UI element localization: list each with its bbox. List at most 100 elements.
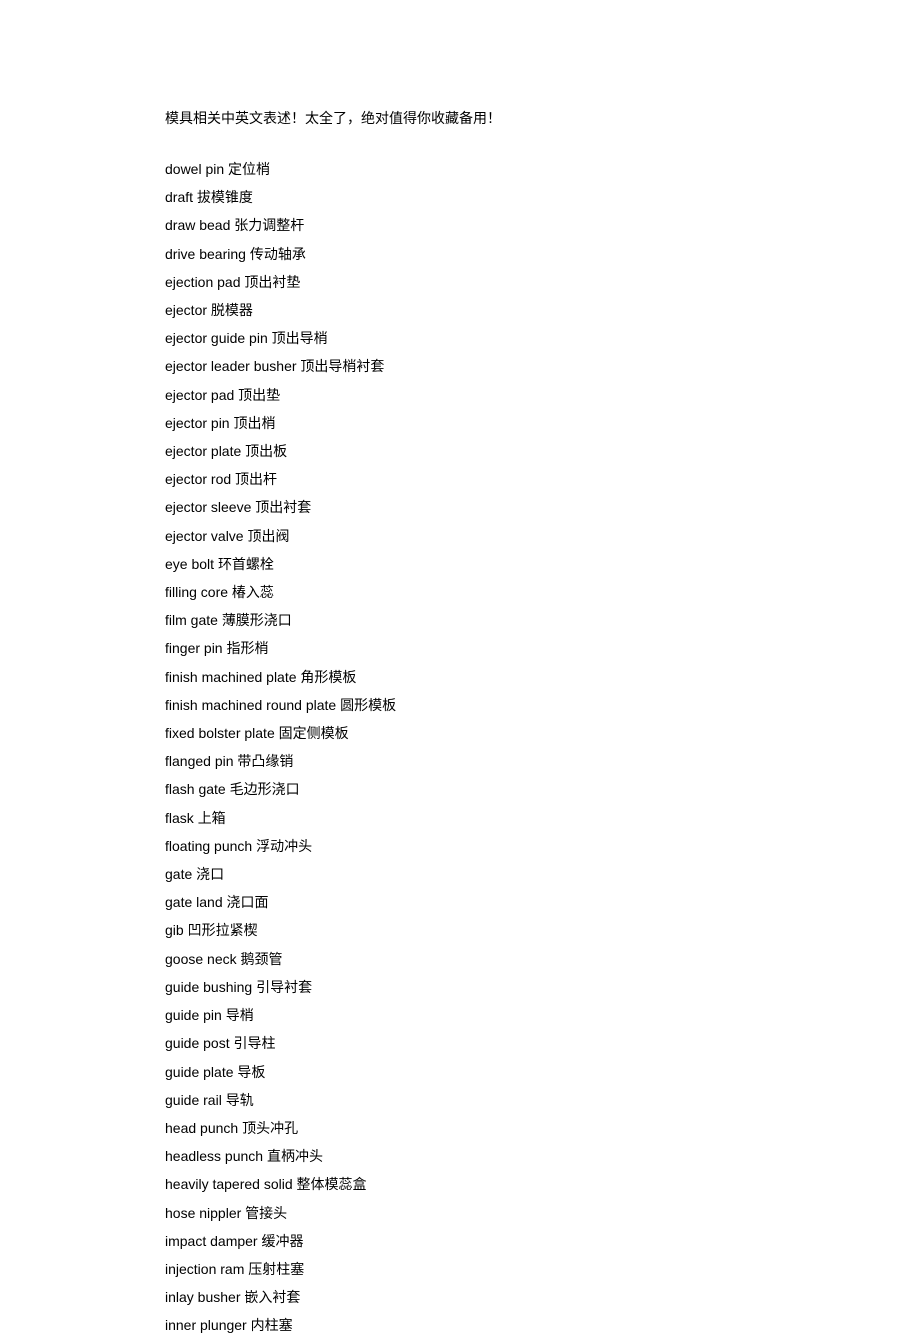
term-english: dowel pin	[165, 161, 224, 177]
term-line: finger pin 指形梢	[165, 635, 920, 663]
term-chinese: 顶出衬垫	[244, 276, 300, 291]
term-line: finish machined plate 角形模板	[165, 664, 920, 692]
term-english: head punch	[165, 1120, 238, 1136]
term-english: ejector pad	[165, 387, 234, 403]
term-chinese: 整体模蕊盒	[297, 1178, 367, 1193]
term-line: film gate 薄膜形浇口	[165, 607, 920, 635]
term-chinese: 顶出阀	[247, 530, 289, 545]
term-english: flanged pin	[165, 753, 234, 769]
term-english: draw bead	[165, 217, 230, 233]
term-chinese: 凹形拉紧楔	[188, 924, 258, 939]
term-line: gib 凹形拉紧楔	[165, 917, 920, 945]
term-chinese: 顶出导梢	[272, 332, 328, 347]
term-chinese: 带凸缘销	[237, 755, 293, 770]
term-english: finger pin	[165, 640, 223, 656]
term-chinese: 指形梢	[226, 642, 268, 657]
term-chinese: 传动轴承	[250, 248, 306, 263]
term-chinese: 引导衬套	[256, 981, 312, 996]
term-chinese: 顶出导梢衬套	[300, 360, 384, 375]
term-chinese: 固定侧模板	[279, 727, 349, 742]
term-chinese: 直柄冲头	[267, 1150, 323, 1165]
term-line: draw bead 张力调整杆	[165, 212, 920, 240]
term-chinese: 嵌入衬套	[244, 1291, 300, 1306]
term-line: heavily tapered solid 整体模蕊盒	[165, 1171, 920, 1199]
term-line: flanged pin 带凸缘销	[165, 748, 920, 776]
term-chinese: 圆形模板	[340, 699, 396, 714]
term-chinese: 管接头	[245, 1207, 287, 1222]
term-line: goose neck 鹅颈管	[165, 946, 920, 974]
term-english: goose neck	[165, 951, 237, 967]
term-chinese: 导梢	[226, 1009, 254, 1024]
term-chinese: 鹅颈管	[241, 953, 283, 968]
term-chinese: 导轨	[226, 1094, 254, 1109]
term-chinese: 椿入蕊	[232, 586, 274, 601]
term-line: guide bushing 引导衬套	[165, 974, 920, 1002]
term-english: filling core	[165, 584, 228, 600]
term-line: flash gate 毛边形浇口	[165, 776, 920, 804]
term-english: inner plunger	[165, 1317, 247, 1333]
term-english: gate land	[165, 894, 223, 910]
term-chinese: 顶出衬套	[255, 501, 311, 516]
term-english: film gate	[165, 612, 218, 628]
term-chinese: 引导柱	[234, 1037, 276, 1052]
term-english: hose nippler	[165, 1205, 241, 1221]
term-chinese: 压射柱塞	[248, 1263, 304, 1278]
term-line: ejector pin 顶出梢	[165, 410, 920, 438]
term-english: guide bushing	[165, 979, 252, 995]
term-english: finish machined plate	[165, 669, 297, 685]
term-chinese: 上箱	[198, 812, 226, 827]
term-english: impact damper	[165, 1233, 258, 1249]
term-chinese: 毛边形浇口	[230, 783, 300, 798]
term-chinese: 导板	[237, 1066, 265, 1081]
term-english: ejector	[165, 302, 207, 318]
term-line: ejector 脱模器	[165, 297, 920, 325]
term-line: hose nippler 管接头	[165, 1200, 920, 1228]
term-chinese: 定位梢	[228, 163, 270, 178]
term-line: flask 上箱	[165, 805, 920, 833]
term-line: ejector guide pin 顶出导梢	[165, 325, 920, 353]
term-chinese: 顶出板	[245, 445, 287, 460]
term-english: inlay busher	[165, 1289, 241, 1305]
term-english: eye bolt	[165, 556, 214, 572]
term-english: flash gate	[165, 781, 226, 797]
term-english: finish machined round plate	[165, 697, 336, 713]
term-english: guide rail	[165, 1092, 222, 1108]
term-english: ejection pad	[165, 274, 241, 290]
term-english: drive bearing	[165, 246, 246, 262]
term-chinese: 缓冲器	[261, 1235, 303, 1250]
term-english: ejector sleeve	[165, 499, 251, 515]
term-line: gate 浇口	[165, 861, 920, 889]
term-english: ejector plate	[165, 443, 241, 459]
term-english: headless punch	[165, 1148, 263, 1164]
term-english: gib	[165, 922, 184, 938]
term-line: drive bearing 传动轴承	[165, 241, 920, 269]
term-line: ejector leader busher 顶出导梢衬套	[165, 353, 920, 381]
term-line: filling core 椿入蕊	[165, 579, 920, 607]
term-line: dowel pin 定位梢	[165, 156, 920, 184]
term-english: ejector guide pin	[165, 330, 268, 346]
term-chinese: 薄膜形浇口	[222, 614, 292, 629]
term-line: inner plunger 内柱塞	[165, 1312, 920, 1340]
term-line: ejector plate 顶出板	[165, 438, 920, 466]
term-line: finish machined round plate 圆形模板	[165, 692, 920, 720]
term-english: guide post	[165, 1035, 230, 1051]
term-english: injection ram	[165, 1261, 244, 1277]
term-english: guide plate	[165, 1064, 234, 1080]
term-line: guide plate 导板	[165, 1059, 920, 1087]
term-english: floating punch	[165, 838, 252, 854]
term-chinese: 张力调整杆	[234, 219, 304, 234]
term-line: draft 拔模锥度	[165, 184, 920, 212]
term-chinese: 浮动冲头	[256, 840, 312, 855]
term-english: draft	[165, 189, 193, 205]
term-chinese: 脱模器	[211, 304, 253, 319]
term-chinese: 顶出垫	[238, 389, 280, 404]
term-english: flask	[165, 810, 194, 826]
term-line: impact damper 缓冲器	[165, 1228, 920, 1256]
term-chinese: 内柱塞	[251, 1319, 293, 1334]
term-chinese: 顶出梢	[233, 417, 275, 432]
term-line: eye bolt 环首螺栓	[165, 551, 920, 579]
term-english: gate	[165, 866, 192, 882]
term-line: ejector pad 顶出垫	[165, 382, 920, 410]
term-english: ejector valve	[165, 528, 244, 544]
term-list: dowel pin 定位梢draft 拔模锥度draw bead 张力调整杆dr…	[165, 156, 920, 1341]
